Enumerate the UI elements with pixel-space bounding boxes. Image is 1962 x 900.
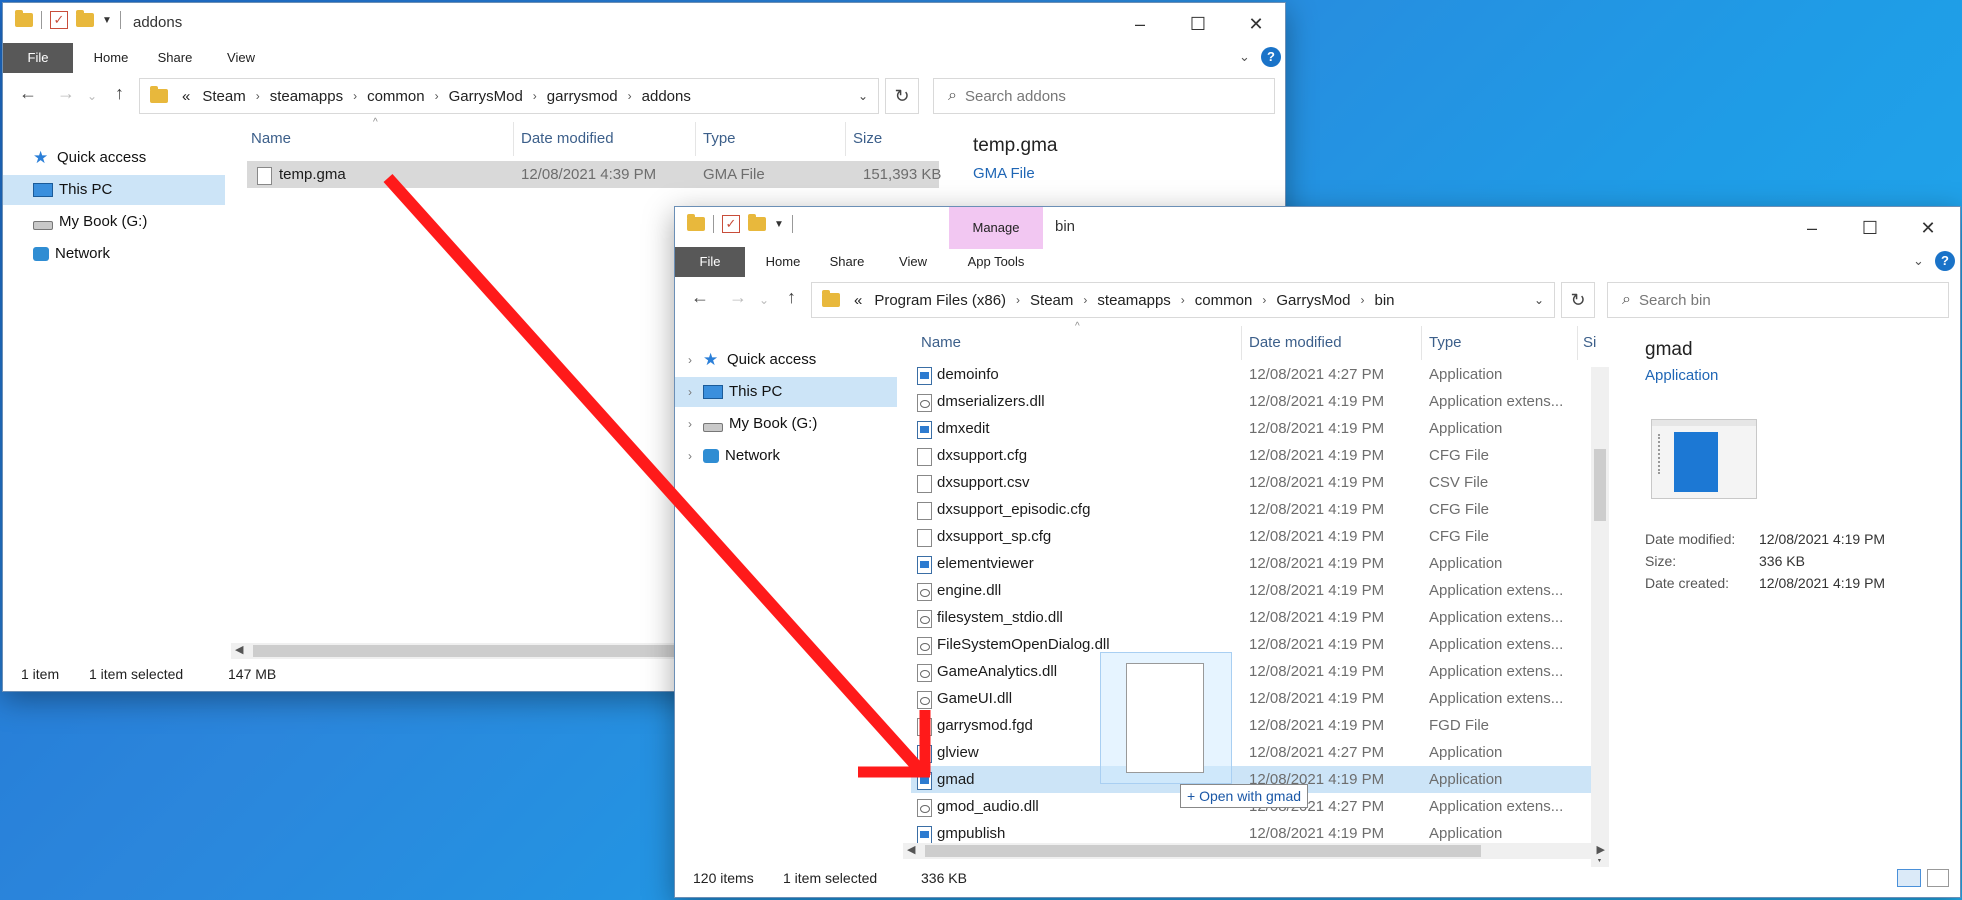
- annotation-arrow: [383, 173, 931, 778]
- arrow-shaft: [383, 173, 925, 775]
